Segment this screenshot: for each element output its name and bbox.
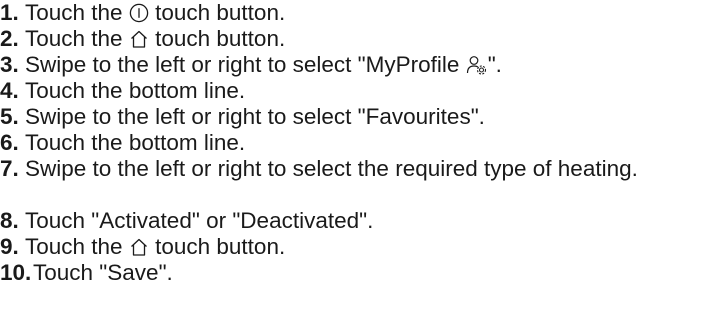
- step-3: 3. Swipe to the left or right to select …: [0, 52, 704, 78]
- step-2: 2. Touch the touch button.: [0, 26, 704, 52]
- instruction-list: 1. Touch the touch button. 2. Touch the …: [0, 0, 704, 286]
- step-text: Touch the touch button.: [25, 234, 286, 259]
- step-text: Touch "Activated" or "Deactivated".: [25, 208, 374, 233]
- step-10: 10. Touch "Save".: [0, 260, 704, 286]
- step-text: Touch the bottom line.: [25, 78, 246, 103]
- step-9: 9. Touch the touch button.: [0, 234, 704, 260]
- step-text: Touch the touch button.: [25, 0, 286, 25]
- step-text: Swipe to the left or right to select "My…: [25, 52, 502, 77]
- step-number: 2.: [0, 26, 19, 51]
- step-4: 4. Touch the bottom line.: [0, 78, 704, 104]
- step-text: Touch the bottom line.: [25, 130, 246, 155]
- power-icon: [129, 3, 149, 23]
- step-number: 1.: [0, 0, 19, 25]
- step-number: 9.: [0, 234, 19, 259]
- step-number: 8.: [0, 208, 19, 233]
- home-icon: [129, 29, 149, 49]
- step-number: 3.: [0, 52, 19, 77]
- step-8: 8. Touch "Activated" or "Deactivated".: [0, 208, 704, 234]
- step-number: 7.: [0, 156, 19, 181]
- step-text: Swipe to the left or right to select the…: [25, 156, 638, 181]
- step-5: 5. Swipe to the left or right to select …: [0, 104, 704, 130]
- step-text: Touch the touch button.: [25, 26, 286, 51]
- profile-settings-icon: [466, 55, 488, 75]
- step-7: 7. Swipe to the left or right to select …: [0, 156, 704, 208]
- step-text: Touch "Save".: [33, 260, 173, 285]
- step-number: 6.: [0, 130, 19, 155]
- step-1: 1. Touch the touch button.: [0, 0, 704, 26]
- step-6: 6. Touch the bottom line.: [0, 130, 704, 156]
- step-number: 4.: [0, 78, 19, 103]
- step-text: Swipe to the left or right to select "Fa…: [25, 104, 485, 129]
- step-number: 5.: [0, 104, 19, 129]
- home-icon: [129, 237, 149, 257]
- step-number: 10.: [0, 260, 32, 285]
